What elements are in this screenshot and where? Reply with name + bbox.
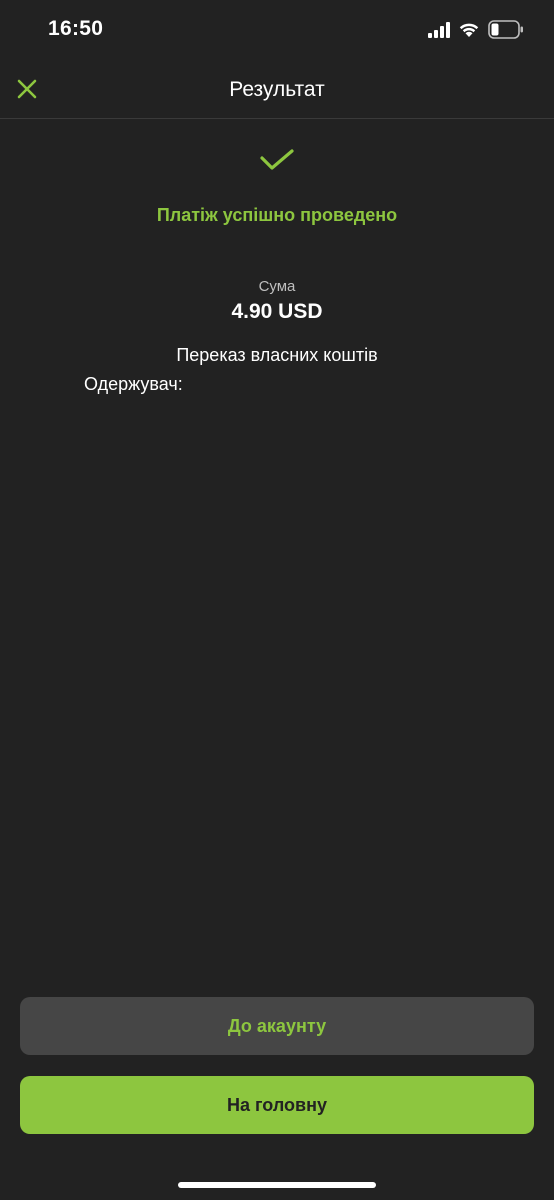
- battery-icon: [488, 20, 523, 39]
- wifi-icon: [459, 23, 479, 37]
- amount-value: 4.90 USD: [231, 300, 323, 323]
- to-account-button[interactable]: До акаунту: [20, 997, 534, 1055]
- nav-bar: Результат: [0, 60, 554, 119]
- amount-label: Сума: [258, 278, 296, 295]
- recipient-redaction: [195, 384, 485, 398]
- home-indicator[interactable]: [178, 1182, 376, 1188]
- success-message: Платіж успішно проведено: [156, 205, 398, 225]
- go-home-button[interactable]: На головну: [20, 1076, 534, 1134]
- status-time: 16:50: [48, 17, 104, 40]
- status-bar: 16:50: [0, 0, 554, 60]
- cellular-signal-icon: [428, 22, 450, 38]
- checkmark-icon: [260, 149, 294, 170]
- transfer-description: Переказ власних коштів: [176, 345, 378, 365]
- payment-result-screen: 16:50 Результат Платіж успішно проведено…: [0, 0, 554, 1200]
- page-title: Результат: [229, 78, 325, 101]
